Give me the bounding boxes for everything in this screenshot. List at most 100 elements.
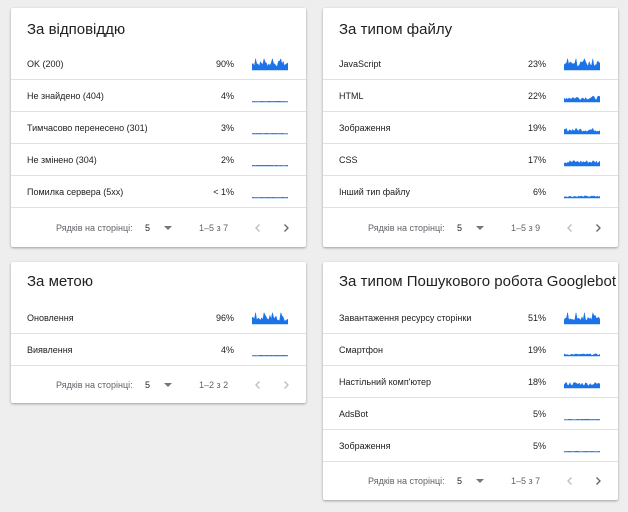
sparkline-area — [252, 100, 288, 103]
sparkline-area — [564, 381, 600, 389]
sparkline-chart — [252, 164, 288, 167]
row-percent: 4% — [220, 91, 234, 101]
row-label: HTML — [339, 91, 364, 101]
sparkline-chart — [564, 311, 600, 325]
sparkline-chart — [564, 195, 600, 199]
chevron-right-icon — [596, 224, 601, 232]
rows-per-page-select[interactable]: 5 — [457, 212, 462, 244]
pagination: Рядків на сторінці: 5 1–5 з 9 — [323, 212, 618, 244]
card-title: За метою — [27, 273, 94, 290]
next-page-button[interactable] — [278, 377, 294, 393]
card-title: За типом Пошукового робота Googlebot — [339, 273, 617, 290]
sparkline-chart — [564, 381, 600, 389]
table-row[interactable]: CSS 17% — [323, 144, 618, 176]
chevron-left-icon — [567, 477, 572, 485]
table-row[interactable]: Зображення 5% — [323, 430, 618, 462]
sparkline-chart — [564, 160, 600, 167]
pagination: Рядків на сторінці: 5 1–5 з 7 — [11, 212, 306, 244]
row-label: Настільний комп'ютер — [339, 377, 431, 387]
rows-per-page-select[interactable]: 5 — [145, 212, 150, 244]
chevron-left-icon — [255, 224, 260, 232]
response-rows: OK (200) 90% Не знайдено (404) 4% Тимчас… — [11, 48, 306, 208]
prev-page-button[interactable] — [250, 377, 266, 393]
sparkline-chart — [252, 132, 288, 135]
sparkline-area — [564, 160, 600, 167]
row-percent: 19% — [527, 123, 546, 133]
table-row[interactable]: Інший тип файлу 6% — [323, 176, 618, 208]
table-row[interactable]: Помилка сервера (5xx) < 1% — [11, 176, 306, 208]
row-label: Тимчасово перенесено (301) — [27, 123, 148, 133]
row-percent: 18% — [527, 377, 546, 387]
prev-page-button[interactable] — [250, 220, 266, 236]
table-row[interactable]: Оновлення 96% — [11, 302, 306, 334]
row-label: Зображення — [339, 441, 391, 451]
table-row[interactable]: Не змінено (304) 2% — [11, 144, 306, 176]
purpose-rows: Оновлення 96% Виявлення 4% — [11, 302, 306, 366]
sparkline-area — [564, 195, 600, 199]
row-percent: 4% — [220, 345, 234, 355]
dropdown-caret-icon[interactable] — [164, 383, 172, 387]
table-row[interactable]: Завантаження ресурсу сторінки 51% — [323, 302, 618, 334]
chevron-right-icon — [284, 224, 289, 232]
sparkline-chart — [252, 57, 288, 71]
rows-per-page-select[interactable]: 5 — [145, 369, 150, 401]
row-label: Оновлення — [27, 313, 74, 323]
prev-page-button[interactable] — [562, 473, 578, 489]
filetype-rows: JavaScript 23% HTML 22% Зображення 19% C… — [323, 48, 618, 208]
sparkline-chart — [564, 418, 600, 421]
row-percent: 2% — [220, 155, 234, 165]
page-range: 1–2 з 2 — [199, 380, 229, 390]
rows-per-page-select[interactable]: 5 — [457, 465, 462, 497]
sparkline-chart — [252, 311, 288, 325]
sparkline-area — [252, 57, 288, 71]
sparkline-area — [252, 354, 288, 357]
row-percent: 5% — [532, 441, 546, 451]
row-percent: 90% — [215, 59, 234, 69]
table-row[interactable]: AdsBot 5% — [323, 398, 618, 430]
table-row[interactable]: HTML 22% — [323, 80, 618, 112]
row-percent: 5% — [532, 409, 546, 419]
table-row[interactable]: Тимчасово перенесено (301) 3% — [11, 112, 306, 144]
prev-page-button[interactable] — [562, 220, 578, 236]
row-label: Не знайдено (404) — [27, 91, 104, 101]
card-by-response: За відповіддю OK (200) 90% Не знайдено (… — [11, 8, 306, 247]
pagination: Рядків на сторінці: 5 1–2 з 2 — [11, 369, 306, 401]
rows-per-page-label: Рядків на сторінці: — [56, 223, 133, 233]
table-row[interactable]: Зображення 19% — [323, 112, 618, 144]
sparkline-chart — [564, 58, 600, 71]
chevron-left-icon — [567, 224, 572, 232]
card-title: За відповіддю — [27, 21, 126, 38]
next-page-button[interactable] — [590, 220, 606, 236]
chevron-right-icon — [596, 477, 601, 485]
page-range: 1–5 з 7 — [511, 476, 541, 486]
sparkline-chart — [252, 354, 288, 357]
table-row[interactable]: JavaScript 23% — [323, 48, 618, 80]
card-by-file-type: За типом файлу JavaScript 23% HTML 22% З… — [323, 8, 618, 247]
sparkline-chart — [564, 95, 600, 103]
sparkline-area — [564, 450, 600, 453]
table-row[interactable]: OK (200) 90% — [11, 48, 306, 80]
next-page-button[interactable] — [590, 473, 606, 489]
table-row[interactable]: Не знайдено (404) 4% — [11, 80, 306, 112]
row-percent: 19% — [527, 345, 546, 355]
row-label: Смартфон — [339, 345, 384, 355]
table-row[interactable]: Смартфон 19% — [323, 334, 618, 366]
dropdown-caret-icon[interactable] — [476, 479, 484, 483]
row-percent: 51% — [527, 313, 546, 323]
dropdown-caret-icon[interactable] — [476, 226, 484, 230]
dropdown-caret-icon[interactable] — [164, 226, 172, 230]
table-row[interactable]: Настільний комп'ютер 18% — [323, 366, 618, 398]
row-percent: 17% — [527, 155, 546, 165]
row-percent: 6% — [532, 187, 546, 197]
sparkline-area — [252, 311, 288, 325]
card-by-googlebot-type: За типом Пошукового робота Googlebot Зав… — [323, 262, 618, 500]
rows-per-page-label: Рядків на сторінці: — [56, 380, 133, 390]
rows-per-page-label: Рядків на сторінці: — [368, 476, 445, 486]
sparkline-area — [564, 353, 600, 357]
sparkline-chart — [564, 450, 600, 453]
row-percent: 23% — [527, 59, 546, 69]
table-row[interactable]: Виявлення 4% — [11, 334, 306, 366]
row-label: JavaScript — [339, 59, 382, 69]
page-range: 1–5 з 9 — [511, 223, 541, 233]
next-page-button[interactable] — [278, 220, 294, 236]
